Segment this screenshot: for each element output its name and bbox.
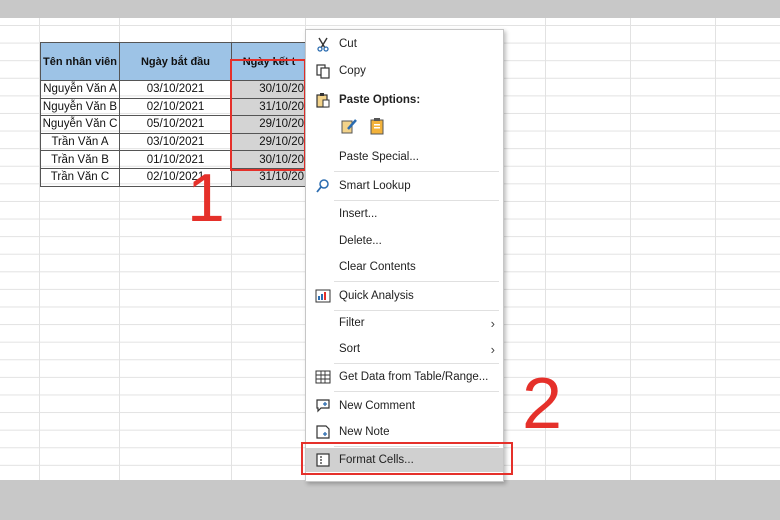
cell-start-date[interactable]: 02/10/2021 (119, 97, 232, 117)
menu-separator (334, 171, 499, 172)
menu-item-new-note[interactable]: New Note (306, 420, 503, 444)
menu-item-delete[interactable]: Delete... (306, 229, 503, 253)
menu-label-get-data: Get Data from Table/Range... (339, 371, 489, 383)
menu-label-insert: Insert... (339, 208, 378, 220)
cell-employee-name[interactable]: Nguyễn Văn A (40, 80, 120, 99)
chevron-right-icon: › (490, 341, 495, 357)
menu-item-copy[interactable]: Copy (306, 59, 503, 83)
menu-label-delete: Delete... (339, 235, 382, 247)
step-1-annotation: 1 (187, 160, 225, 236)
menu-separator (334, 200, 499, 201)
menu-label-new-note: New Note (339, 426, 390, 438)
menu-item-paste-special[interactable]: Paste Special... (306, 145, 503, 169)
comment-icon (314, 397, 332, 415)
menu-label-new-comment: New Comment (339, 400, 416, 412)
quick-analysis-icon (314, 287, 332, 305)
menu-label-filter: Filter (339, 317, 365, 329)
search-icon (314, 177, 332, 195)
menu-item-sort[interactable]: Sort › (306, 337, 503, 361)
table-row: Trần Văn C 02/10/2021 31/10/20 (40, 167, 307, 187)
cell-employee-name[interactable]: Trần Văn A (40, 132, 120, 152)
paste-options-row (306, 116, 503, 142)
menu-item-filter[interactable]: Filter › (306, 311, 503, 335)
copy-icon (314, 62, 332, 80)
header-start-date[interactable]: Ngày bắt đầu (119, 42, 232, 81)
cell-employee-name[interactable]: Nguyễn Văn C (40, 115, 120, 134)
menu-item-cut[interactable]: Cut (306, 32, 503, 56)
menu-item-paste-options: Paste Options: (306, 88, 503, 112)
menu-item-get-data[interactable]: Get Data from Table/Range... (306, 365, 503, 389)
chevron-right-icon: › (490, 315, 495, 331)
cell-start-date[interactable]: 03/10/2021 (119, 80, 232, 99)
paste-brush-icon[interactable] (339, 116, 359, 136)
cell-employee-name[interactable]: Nguyễn Văn B (40, 97, 120, 117)
table-icon (314, 368, 332, 386)
paste-clipboard-icon[interactable] (367, 116, 387, 136)
paste-icon (314, 91, 332, 109)
menu-item-new-comment[interactable]: New Comment (306, 394, 503, 418)
menu-item-insert[interactable]: Insert... (306, 202, 503, 226)
menu-label-sort: Sort (339, 343, 361, 355)
menu-item-clear-contents[interactable]: Clear Contents (306, 255, 503, 279)
menu-item-quick-analysis[interactable]: Quick Analysis (306, 284, 503, 308)
cell-start-date[interactable]: 05/10/2021 (119, 115, 232, 134)
selection-highlight-box (230, 59, 306, 171)
format-cells-highlight-box (301, 442, 513, 475)
menu-label-copy: Copy (339, 65, 366, 77)
menu-label-cut: Cut (339, 38, 357, 50)
menu-label-paste-special: Paste Special... (339, 151, 419, 163)
scissors-icon (314, 35, 332, 53)
paste-options-label: Paste Options: (339, 94, 421, 106)
menu-separator (334, 281, 499, 282)
header-employee-name[interactable]: Tên nhân viên (40, 42, 120, 81)
menu-label-quick-analysis: Quick Analysis (339, 290, 414, 302)
step-2-annotation: 2 (522, 364, 563, 444)
cell-employee-name[interactable]: Trần Văn C (40, 167, 120, 187)
cell-start-date[interactable]: 03/10/2021 (119, 132, 232, 152)
cell-employee-name[interactable]: Trần Văn B (40, 150, 120, 169)
menu-item-smart-lookup[interactable]: Smart Lookup (306, 174, 503, 198)
menu-label-smart-lookup: Smart Lookup (339, 180, 411, 192)
menu-label-clear-contents: Clear Contents (339, 261, 416, 273)
menu-separator (334, 363, 499, 364)
note-icon (314, 423, 332, 441)
menu-separator (334, 391, 499, 392)
context-menu: Cut Copy Paste Options: Paste Special...… (305, 29, 504, 482)
cell-end-date[interactable]: 31/10/20 (231, 167, 307, 187)
